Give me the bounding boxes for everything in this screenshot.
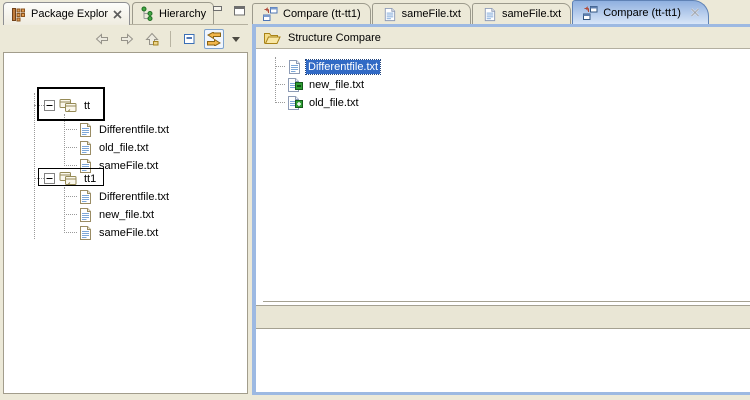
text-file-removed-icon	[286, 77, 303, 93]
compare-item-label: new_file.txt	[309, 78, 365, 91]
text-file-icon	[482, 7, 497, 22]
up-arrow-icon[interactable]	[142, 29, 162, 49]
compare-editor: Structure Compare Differentfile.txt new_…	[252, 24, 750, 395]
tree-item-label: tt1	[84, 172, 97, 185]
editor-tab-compare-1[interactable]: Compare (tt-tt1)	[252, 3, 371, 24]
close-icon[interactable]	[113, 9, 122, 19]
tree-line	[64, 232, 77, 233]
compare-sash[interactable]	[256, 299, 750, 305]
compare-icon	[262, 6, 278, 22]
structure-compare-header: Structure Compare	[256, 27, 750, 49]
structure-compare-tree: Differentfile.txt new_file.txt old_file.…	[256, 49, 750, 301]
sash-handle[interactable]	[256, 299, 263, 303]
tree-line	[275, 57, 276, 103]
tree-line	[64, 129, 77, 130]
tree-line	[275, 102, 285, 103]
text-file-icon	[382, 7, 397, 22]
view-menu-icon[interactable]	[229, 29, 243, 49]
editor-area: Compare (tt-tt1) sameFile.txt sameFile.t…	[252, 0, 750, 400]
tab-hierarchy[interactable]: Hierarchy	[132, 2, 215, 24]
view-toolbar	[3, 26, 248, 52]
minimize-icon[interactable]	[211, 4, 226, 17]
compare-item-label: old_file.txt	[309, 96, 359, 109]
package-icon	[59, 171, 78, 186]
package-explorer-tree: tt Differentfile.txt old_file.txt sameFi…	[3, 52, 248, 394]
tree-item-file[interactable]: new_file.txt	[77, 206, 156, 223]
tree-item-file[interactable]: Differentfile.txt	[77, 121, 171, 138]
collapse-all-icon[interactable]	[179, 29, 199, 49]
text-file-icon	[77, 207, 93, 223]
editor-tab-compare-2-active[interactable]: Compare (tt-tt1)	[572, 0, 709, 24]
text-file-icon	[77, 122, 93, 138]
text-file-icon	[286, 59, 302, 75]
tree-item-label: tt	[84, 99, 91, 112]
toolbar-separator	[170, 31, 171, 47]
compare-content-area	[256, 329, 750, 392]
tree-line	[64, 187, 65, 233]
expand-minus-icon[interactable]	[44, 100, 55, 111]
tab-package-explorer[interactable]: Package Explor	[3, 2, 131, 25]
tree-line	[64, 214, 77, 215]
editor-tabbar: Compare (tt-tt1) sameFile.txt sameFile.t…	[252, 0, 750, 24]
tree-item-label: sameFile.txt	[99, 159, 159, 172]
forward-arrow-icon[interactable]	[117, 29, 137, 49]
tree-item-label: old_file.txt	[99, 141, 149, 154]
package-explorer-icon	[11, 7, 26, 22]
text-file-added-icon	[286, 95, 303, 111]
editor-tab-label: sameFile.txt	[501, 8, 562, 20]
text-file-icon	[77, 140, 93, 156]
tree-line	[64, 196, 77, 197]
tree-item-file[interactable]: sameFile.txt	[77, 224, 160, 241]
tree-line	[64, 165, 77, 166]
back-arrow-icon[interactable]	[92, 29, 112, 49]
structure-compare-title: Structure Compare	[288, 31, 381, 44]
compare-item-old-file[interactable]: old_file.txt	[286, 94, 361, 111]
tree-item-label: Differentfile.txt	[99, 190, 170, 203]
package-explorer-view: Package Explor Hierarchy tt Differentfil…	[3, 2, 248, 396]
tree-line	[64, 114, 65, 166]
editor-tab-label: sameFile.txt	[401, 8, 461, 20]
editor-tab-samefile-1[interactable]: sameFile.txt	[371, 3, 471, 24]
collapsed-compare-pane	[256, 305, 750, 329]
view-minmax-buttons	[211, 4, 247, 17]
tree-line	[64, 147, 77, 148]
tree-item-file[interactable]: old_file.txt	[77, 139, 151, 156]
compare-icon	[582, 5, 598, 21]
tree-line	[34, 93, 35, 239]
tree-line	[275, 66, 285, 67]
tree-item-file[interactable]: Differentfile.txt	[77, 188, 171, 205]
maximize-icon[interactable]	[232, 4, 247, 17]
tree-item-project-tt[interactable]: tt	[44, 97, 92, 114]
compare-item-label: Differentfile.txt	[304, 58, 382, 75]
hierarchy-icon	[140, 6, 154, 21]
editor-tab-samefile-2[interactable]: sameFile.txt	[471, 3, 572, 24]
link-with-editor-icon[interactable]	[204, 29, 224, 49]
tree-line	[275, 84, 285, 85]
close-icon[interactable]	[690, 8, 700, 17]
open-folder-icon	[263, 31, 281, 45]
tree-item-label: new_file.txt	[99, 208, 155, 221]
tree-item-label: sameFile.txt	[99, 226, 159, 239]
editor-tab-label: Compare (tt-tt1)	[603, 6, 681, 19]
compare-item-new-file[interactable]: new_file.txt	[286, 76, 366, 93]
package-icon	[59, 98, 78, 113]
expand-minus-icon[interactable]	[44, 173, 55, 184]
editor-tab-label: Compare (tt-tt1)	[283, 8, 361, 20]
tree-item-label: Differentfile.txt	[99, 123, 170, 136]
tree-item-project-tt1[interactable]: tt1	[44, 170, 98, 187]
text-file-icon	[77, 189, 93, 205]
tab-label: Package Explor	[31, 8, 109, 20]
text-file-icon	[77, 225, 93, 241]
tab-label: Hierarchy	[159, 7, 207, 20]
compare-item-differentfile[interactable]: Differentfile.txt	[286, 58, 382, 75]
